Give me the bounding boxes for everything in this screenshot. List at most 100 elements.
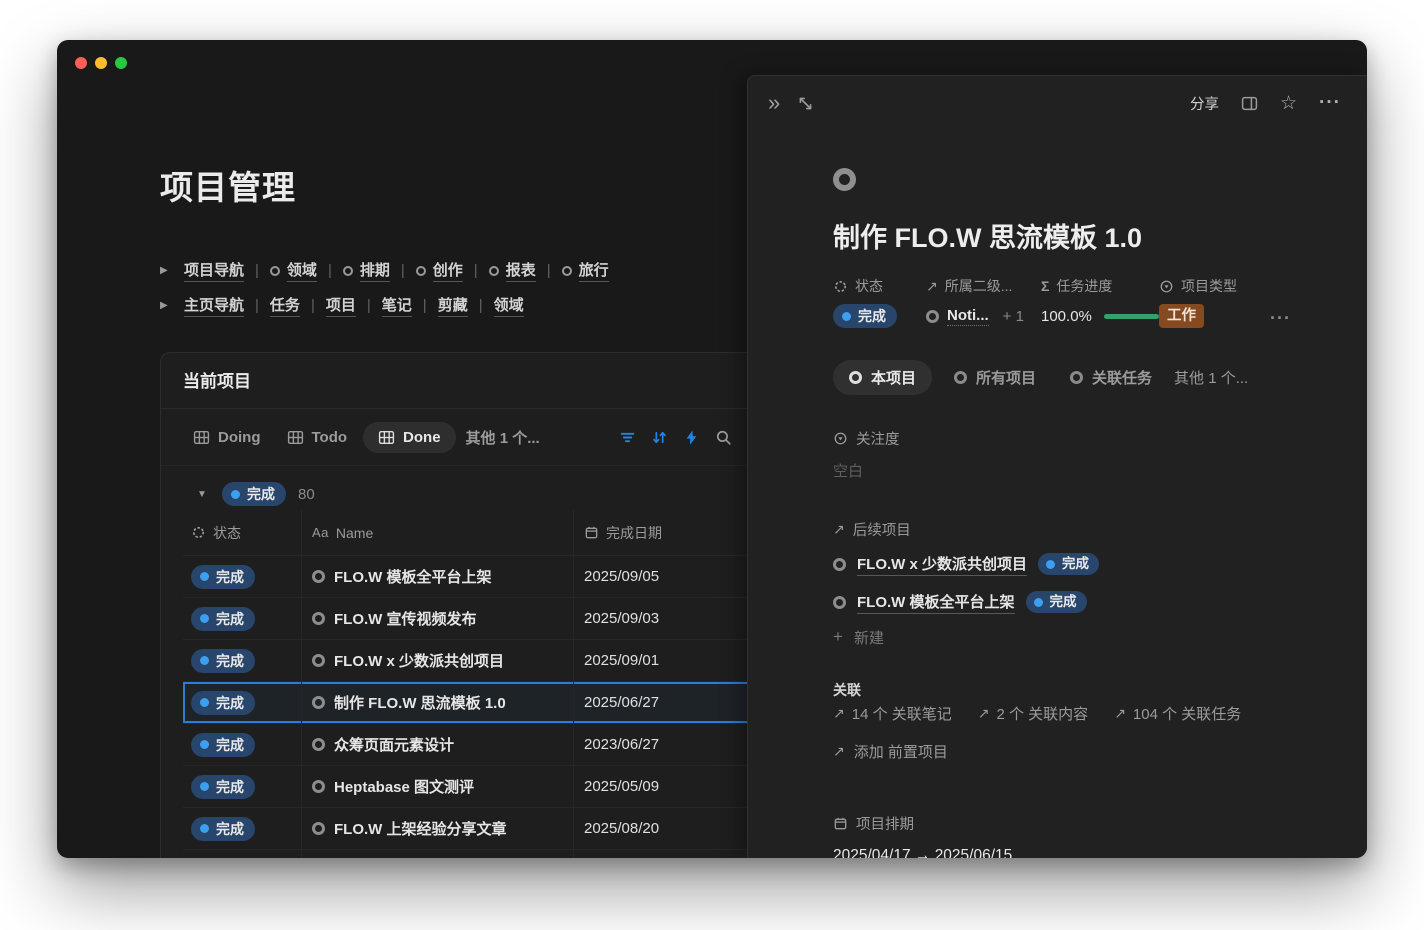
name-cell[interactable]: FLO.W 宣传视频发布 [301,598,573,639]
app-window: 项目管理 ▶ 项目导航 | 领域 | 排期 | 创作 | 报表 | 旅行 ▶ 主… [57,40,1367,858]
nav-link-creation[interactable]: 创作 [416,259,463,282]
add-new-button[interactable]: + 新建 [833,624,1327,650]
status-dot-icon [200,614,209,623]
status-cell[interactable]: 完成 [183,598,301,639]
nav-link-tasks[interactable]: 任务 [270,294,300,317]
property-label-status[interactable]: 状态 [833,274,926,298]
share-button[interactable]: 分享 [1190,93,1219,114]
tab-this-project[interactable]: 本项目 [833,360,932,395]
property-progress: Σ 任务进度 100.0% [1041,274,1159,330]
name-cell[interactable]: 制作 FLO.W 思流模板 1.0 [301,682,573,723]
toggle-expand-icon[interactable]: ▶ [160,300,173,311]
group-status-badge[interactable]: 完成 [222,482,286,506]
schedule-value[interactable]: 2025/04/17 → 2025/06/15 [833,843,1327,858]
close-peek-icon[interactable]: » [768,93,780,113]
nav-link-clips[interactable]: 剪藏 [438,294,468,317]
name-cell[interactable]: Heptabase 图文测评 [301,766,573,807]
zoom-window-button[interactable] [115,57,127,69]
name-cell[interactable]: FLO.W x 少数派共创项目 [301,640,573,681]
calendar-icon [833,816,848,831]
next-projects-header[interactable]: ↗ 后续项目 [833,518,1327,540]
status-badge: 完成 [191,649,255,673]
page-ring-icon [562,266,572,276]
page-title: 项目管理 [160,167,296,209]
status-cell[interactable]: 完成 [183,808,301,849]
view-tab-doing[interactable]: Doing [183,422,271,453]
panel-page-title[interactable]: 制作 FLO.W 思流模板 1.0 [833,220,1327,256]
status-dot-icon [200,656,209,665]
filter-icon[interactable] [619,429,636,446]
status-dot-icon [200,740,209,749]
sort-icon[interactable] [651,429,668,446]
nav-link-projects[interactable]: 项目 [326,294,356,317]
property-label-parent[interactable]: ↗ 所属二级... [926,274,1041,298]
minimize-window-button[interactable] [95,57,107,69]
status-cell[interactable]: 完成 [183,682,301,723]
property-label-type[interactable]: 项目类型 [1159,274,1237,298]
property-value-progress[interactable]: 100.0% [1041,302,1159,330]
nav-link-project-nav[interactable]: 项目导航 [184,259,244,282]
nav-link-notes[interactable]: 笔记 [382,294,412,317]
status-cell[interactable]: 完成 [183,640,301,681]
more-views-button[interactable]: 其他 1 个... [466,427,540,448]
column-header-name[interactable]: Aa Name [301,510,573,555]
name-cell[interactable]: FLO.W 上架经验分享文章 [301,808,573,849]
next-project-item[interactable]: FLO.W x 少数派共创项目 完成 [833,550,1327,578]
related-content-link[interactable]: ↗2 个 关联内容 [978,702,1088,724]
toggle-collapse-icon[interactable]: ▼ [197,489,210,500]
side-peek-panel: » 分享 ☆ ··· 制作 FLO.W 思流模板 1.0 状态 [747,75,1367,858]
nav-link-domain[interactable]: 领域 [270,259,317,282]
search-icon[interactable] [715,429,732,446]
automation-lightning-icon[interactable] [683,429,700,446]
nav-separator: | [423,297,427,314]
favorite-star-icon[interactable]: ☆ [1280,92,1297,115]
name-cell[interactable]: FLO.W 模板全平台上架 [301,556,573,597]
relation-extra-count: + 1 [1003,308,1024,325]
page-ring-icon [312,696,325,709]
nav-separator: | [255,297,259,314]
property-value-parent[interactable]: Noti... + 1 [926,302,1041,330]
focus-empty-value[interactable]: 空白 [833,460,1327,482]
tab-related-tasks[interactable]: 关联任务 [1058,360,1164,395]
side-peek-layout-icon[interactable] [1241,95,1258,112]
status-cell[interactable]: 完成 [183,556,301,597]
related-notes-link[interactable]: ↗14 个 关联笔记 [833,702,952,724]
status-cell[interactable]: 完成 [183,724,301,765]
property-value-type[interactable]: 工作 [1159,302,1237,330]
property-status: 状态 完成 [833,274,926,330]
related-tasks-link[interactable]: ↗104 个 关联任务 [1114,702,1241,724]
tab-more[interactable]: 其他 1 个... [1174,367,1248,388]
nav-link-travel[interactable]: 旅行 [562,259,609,282]
view-toolbar-icons [619,429,732,446]
more-options-icon[interactable]: ··· [1319,92,1341,114]
nav-link-schedule[interactable]: 排期 [343,259,390,282]
page-ring-icon [312,780,325,793]
view-tab-done[interactable]: Done [363,422,456,453]
page-ring-icon[interactable] [833,168,856,191]
status-badge: 完成 [191,565,255,589]
tab-all-projects[interactable]: 所有项目 [942,360,1048,395]
more-properties-icon[interactable]: ··· [1270,308,1291,329]
nav-link-report[interactable]: 报表 [489,259,536,282]
toggle-expand-icon[interactable]: ▶ [160,265,173,276]
nav-link-domains[interactable]: 领域 [494,294,524,317]
panel-tabs: 本项目 所有项目 关联任务 其他 1 个... [833,360,1327,395]
page-ring-icon [833,558,846,571]
property-label-progress[interactable]: Σ 任务进度 [1041,274,1159,298]
add-predecessor-link[interactable]: ↗ 添加 前置项目 [833,740,1327,762]
next-project-item[interactable]: FLO.W 模板全平台上架 完成 [833,588,1327,616]
progress-bar [1104,314,1159,319]
table-view-icon [378,429,395,446]
name-cell[interactable]: 众筹页面元素设计 [301,724,573,765]
close-window-button[interactable] [75,57,87,69]
focus-property-header[interactable]: 关注度 [833,427,1327,449]
nav-link-home-nav[interactable]: 主页导航 [184,294,244,317]
page-ring-icon [343,266,353,276]
schedule-header[interactable]: 项目排期 [833,812,1327,834]
property-value-status[interactable]: 完成 [833,302,926,330]
view-tab-todo[interactable]: Todo [277,422,358,453]
status-cell[interactable]: 完成 [183,766,301,807]
status-badge: 完成 [191,691,255,715]
expand-page-icon[interactable] [797,95,814,112]
column-header-status[interactable]: 状态 [183,510,301,555]
